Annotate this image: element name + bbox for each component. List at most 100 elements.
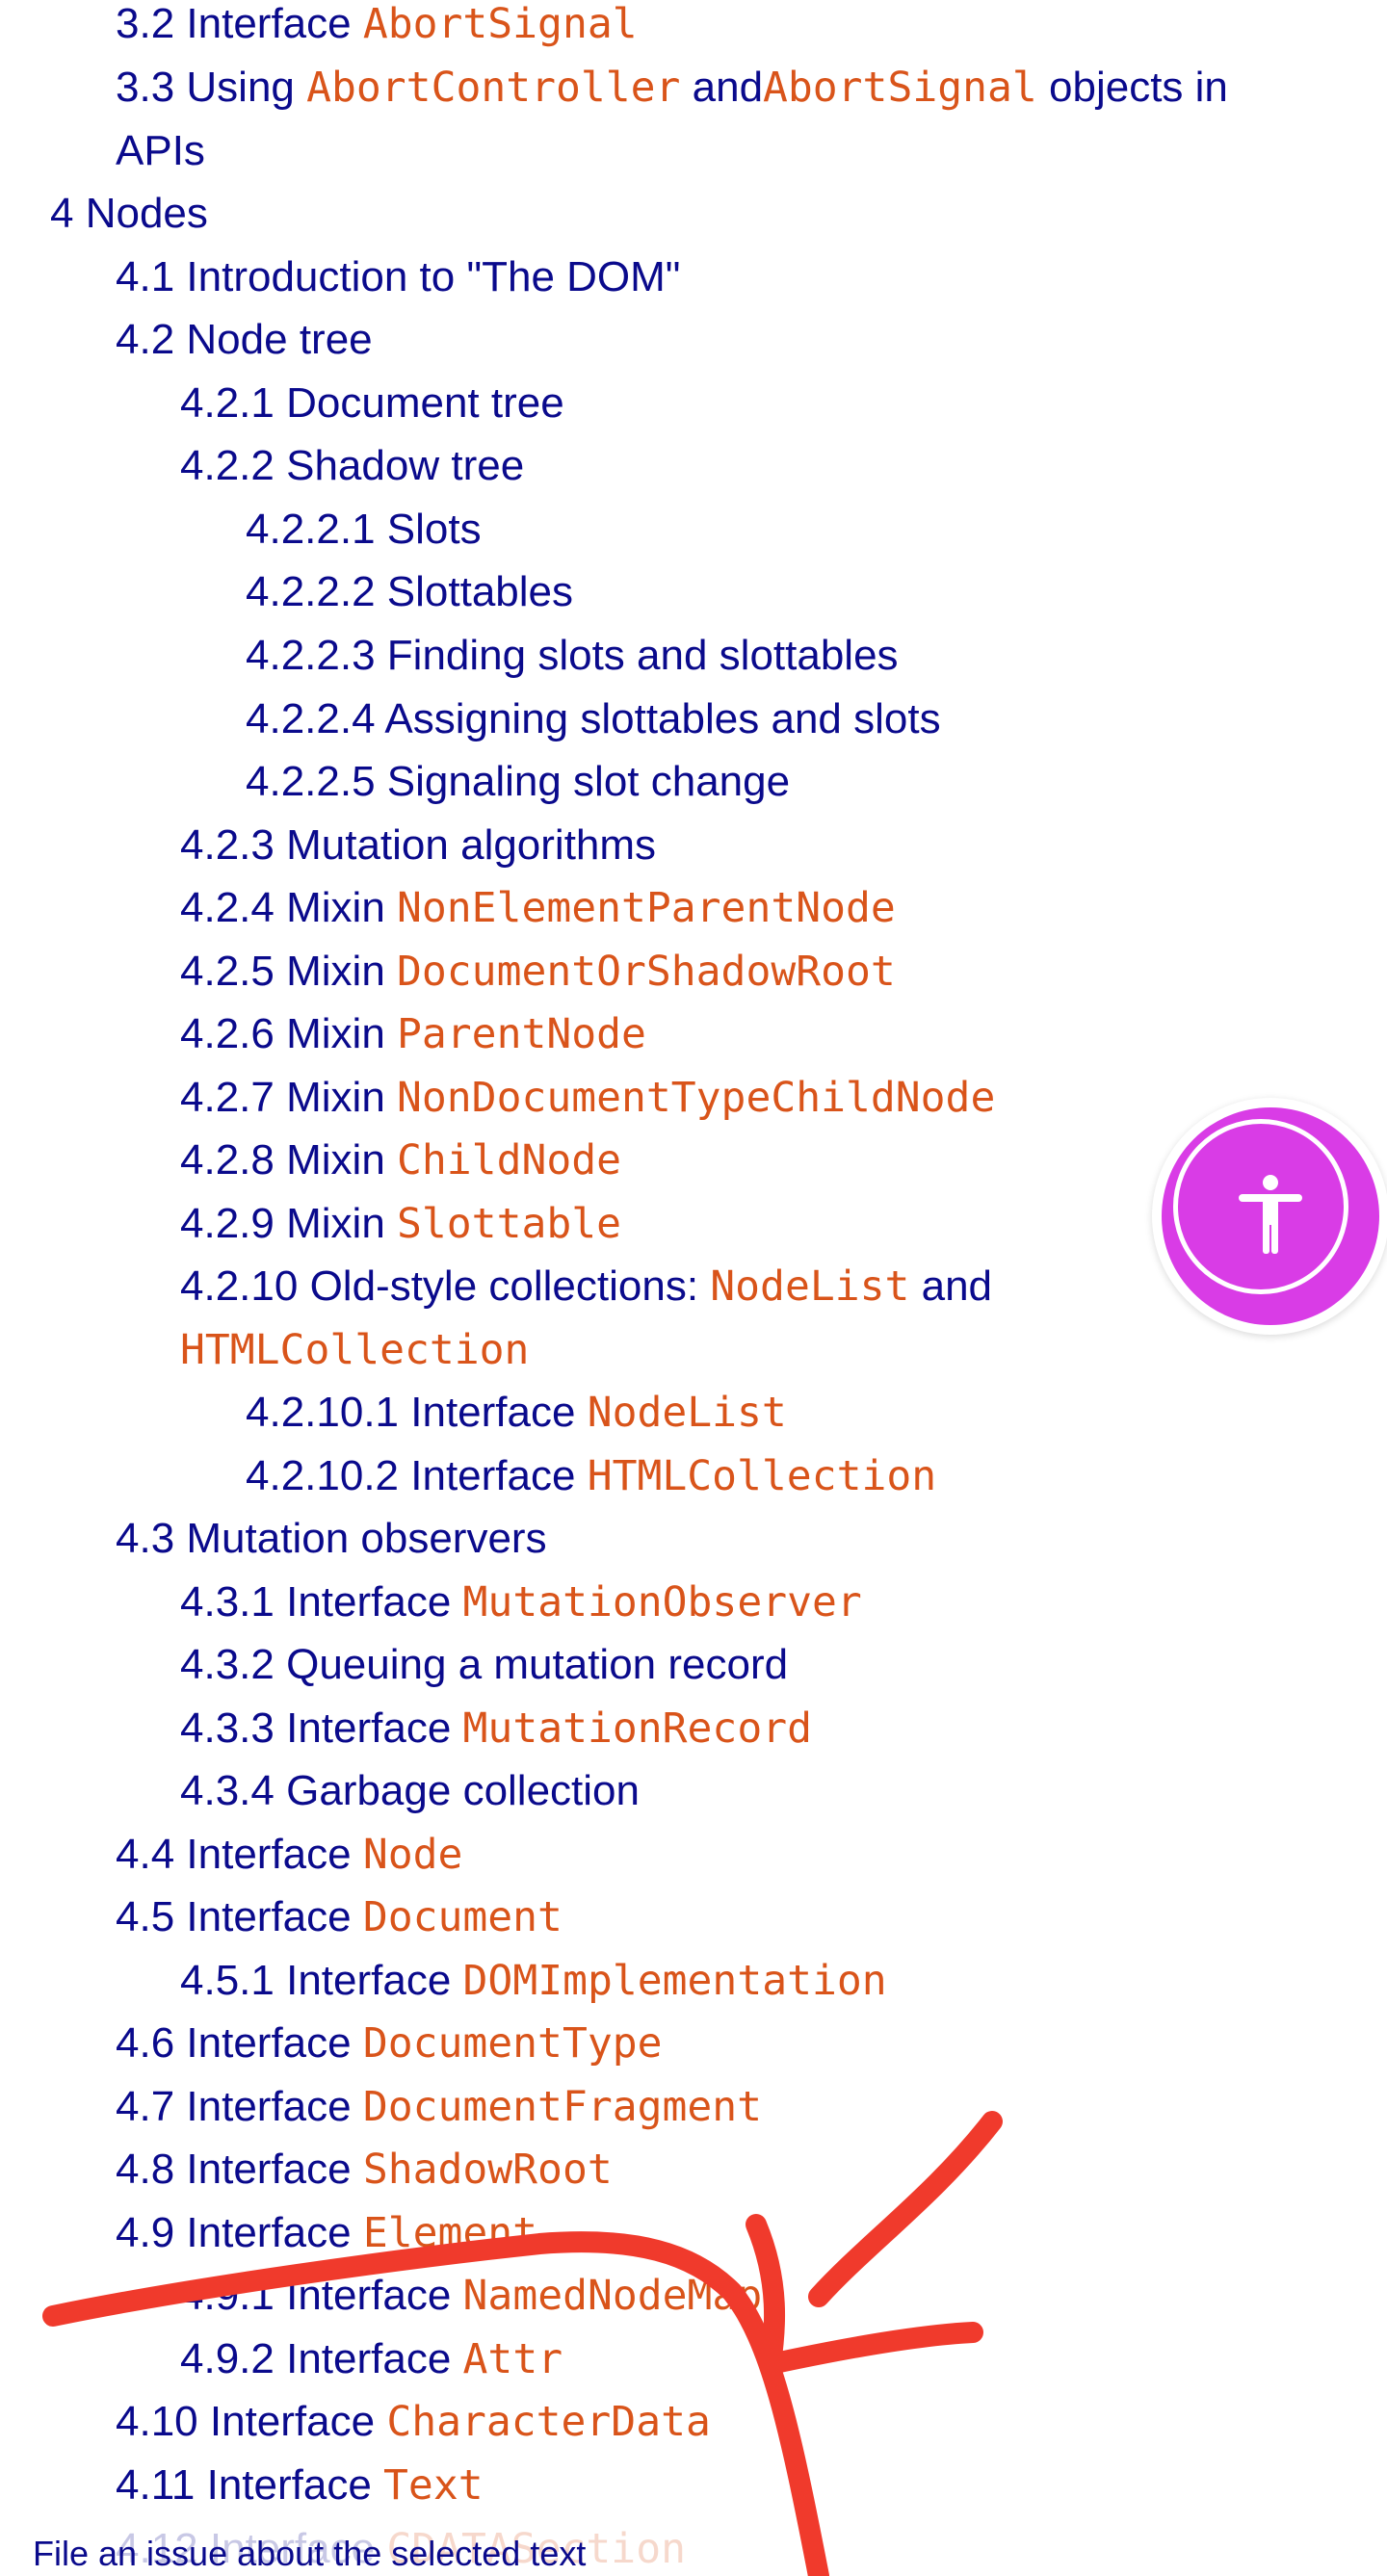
toc-entry[interactable]: 3.2 Interface AbortSignal	[116, 0, 638, 56]
toc-entry-code: AbortSignal	[362, 0, 638, 48]
accessibility-person-icon	[1239, 1175, 1302, 1254]
toc-entry-code: HTMLCollection	[180, 1326, 530, 1374]
toc-entry[interactable]: 4.9 Interface Element	[116, 2201, 537, 2265]
toc-entry[interactable]: 4.2.7 Mixin NonDocumentTypeChildNode	[180, 1066, 995, 1130]
toc-entry-title: APIs	[116, 127, 205, 174]
toc-entry-title: Mixin	[286, 884, 398, 931]
toc-entry-title: Interface	[286, 2272, 463, 2319]
toc-entry-number: 4.2.10.2	[246, 1452, 400, 1499]
toc-entry-title: Node tree	[186, 316, 373, 363]
toc-entry[interactable]: 4.2.5 Mixin DocumentOrShadowRoot	[180, 940, 896, 1003]
toc-entry[interactable]: 4.8 Interface ShadowRoot	[116, 2138, 613, 2201]
toc-entry-number: 4.2.5	[180, 948, 275, 995]
toc-entry-number: 4.8	[116, 2146, 175, 2193]
toc-entry[interactable]: 4.6 Interface DocumentType	[116, 2012, 663, 2075]
toc-entry-code: MutationRecord	[462, 1704, 812, 1753]
toc-entry[interactable]: 4.2 Node tree	[116, 308, 373, 372]
toc-entry-title: Queuing a mutation record	[286, 1641, 789, 1688]
toc-entry-title: Interface	[186, 2146, 363, 2193]
file-issue-link[interactable]: File an issue about the selected text	[33, 2533, 586, 2575]
toc-entry-title: Interface	[286, 1704, 463, 1752]
toc-entry-title: Interface	[186, 1831, 363, 1878]
toc-entry-title: Using	[186, 64, 307, 111]
toc-entry[interactable]: 3.3 Using AbortController and	[116, 56, 763, 119]
toc-entry-title: Interface	[186, 2083, 363, 2130]
toc-entry-number: 4.11	[116, 2461, 196, 2509]
toc-entry-number: 4.7	[116, 2083, 175, 2130]
toc-entry-code: CharacterData	[386, 2398, 711, 2446]
toc-entry-number: 4.2.1	[180, 379, 275, 427]
toc-entry[interactable]: 4.1 Introduction to "The DOM"	[116, 246, 680, 309]
toc-entry-title: Interface	[186, 0, 363, 47]
toc-entry[interactable]: 4.4 Interface Node	[116, 1823, 462, 1886]
toc-entry[interactable]: 4.5.1 Interface DOMImplementation	[180, 1949, 887, 2013]
toc-entry-code: ShadowRoot	[362, 2146, 613, 2194]
toc-entry-number: 4.2.4	[180, 884, 275, 931]
toc-entry[interactable]: 4.3 Mutation observers	[116, 1507, 547, 1571]
accessibility-button[interactable]	[1152, 1098, 1387, 1335]
toc-entry-code: AbortController	[306, 64, 681, 112]
toc-entry[interactable]: AbortSignal objects in	[763, 56, 1228, 119]
toc-entry[interactable]: APIs	[116, 119, 205, 183]
toc-entry-title: Old-style collections:	[309, 1262, 711, 1310]
toc-entry[interactable]: 4.2.2.3 Finding slots and slottables	[246, 624, 899, 688]
toc-entry-title: Mixin	[286, 1136, 398, 1184]
toc-entry-number: 4.5	[116, 1893, 175, 1940]
toc-entry[interactable]: 4.9.1 Interface NamedNodeMap	[180, 2264, 762, 2328]
toc-entry[interactable]: 4.2.10 Old-style collections: NodeList a…	[180, 1255, 992, 1318]
toc-entry-number: 4.2.7	[180, 1074, 275, 1121]
toc-entry-title: Interface	[286, 1578, 463, 1626]
toc-entry-number: 4.4	[116, 1831, 175, 1878]
toc-entry-title: Finding slots and slottables	[386, 632, 899, 679]
toc-entry-code: DocumentType	[362, 2019, 663, 2068]
toc-entry-number: 4.9	[116, 2209, 175, 2256]
toc-entry[interactable]: 4.5 Interface Document	[116, 1886, 563, 1949]
toc-entry[interactable]: 4.2.8 Mixin ChildNode	[180, 1129, 621, 1192]
toc-entry[interactable]: 4.10 Interface CharacterData	[116, 2390, 711, 2454]
toc-entry-title: Signaling slot change	[386, 758, 791, 805]
toc-entry-title: Interface	[410, 1389, 588, 1436]
toc-entry-number: 3.2	[116, 0, 175, 47]
toc-entry-number: 3.3	[116, 64, 175, 111]
toc-entry-number: 4.2.9	[180, 1200, 275, 1247]
toc-entry-number: 4.10	[116, 2398, 198, 2445]
toc-entry[interactable]: 4.3.4 Garbage collection	[180, 1759, 640, 1823]
toc-entry-title: Interface	[286, 1957, 463, 2004]
toc-entry-number: 4.2.2	[180, 442, 275, 489]
toc-entry-code: DocumentFragment	[362, 2083, 763, 2131]
toc-entry[interactable]: 4.2.4 Mixin NonElementParentNode	[180, 876, 896, 940]
toc-entry-code: Node	[362, 1831, 463, 1879]
toc-entry[interactable]: 4.2.9 Mixin Slottable	[180, 1192, 621, 1256]
toc-entry[interactable]: 4.2.10.1 Interface NodeList	[246, 1381, 787, 1444]
toc-entry-code: Attr	[462, 2335, 563, 2383]
toc-entry-code: ChildNode	[397, 1136, 622, 1184]
toc-entry[interactable]: 4.2.2 Shadow tree	[180, 434, 524, 498]
toc-entry[interactable]: HTMLCollection	[180, 1318, 529, 1382]
toc-entry[interactable]: 4.3.2 Queuing a mutation record	[180, 1633, 788, 1697]
toc-entry[interactable]: 4.2.2.2 Slottables	[246, 560, 573, 624]
toc-entry[interactable]: 4.9.2 Interface Attr	[180, 2328, 563, 2391]
toc-entry-code: NodeList	[587, 1389, 787, 1437]
toc-entry[interactable]: 4.2.2.1 Slots	[246, 498, 482, 561]
toc-entry[interactable]: 4.2.2.4 Assigning slottables and slots	[246, 688, 941, 751]
toc-entry-title: Shadow tree	[286, 442, 525, 489]
toc-entry-number: 4.3.2	[180, 1641, 275, 1688]
toc-entry-code: NonDocumentTypeChildNode	[397, 1074, 996, 1122]
toc-entry[interactable]: 4.2.10.2 Interface HTMLCollection	[246, 1444, 936, 1508]
toc-entry-number: 4.5.1	[180, 1957, 275, 2004]
toc-entry[interactable]: 4.3.3 Interface MutationRecord	[180, 1697, 812, 1760]
toc-entry-number: 4.2.8	[180, 1136, 275, 1184]
toc-entry[interactable]: 4.2.1 Document tree	[180, 372, 564, 435]
toc-entry-title: Slots	[386, 506, 482, 553]
toc-entry-title: Interface	[186, 2019, 363, 2067]
toc-entry-title: Interface	[186, 1893, 363, 1940]
toc-entry-code: Document	[362, 1893, 563, 1941]
toc-entry[interactable]: 4.11 Interface Text	[116, 2454, 484, 2517]
toc-entry[interactable]: 4.7 Interface DocumentFragment	[116, 2075, 762, 2139]
toc-entry[interactable]: 4 Nodes	[50, 182, 208, 246]
toc-entry[interactable]: 4.2.6 Mixin ParentNode	[180, 1002, 646, 1066]
toc-entry[interactable]: 4.2.3 Mutation algorithms	[180, 814, 656, 877]
toc-entry-number: 4.2.2.4	[246, 695, 376, 742]
toc-entry[interactable]: 4.3.1 Interface MutationObserver	[180, 1571, 862, 1634]
toc-entry[interactable]: 4.2.2.5 Signaling slot change	[246, 750, 790, 814]
